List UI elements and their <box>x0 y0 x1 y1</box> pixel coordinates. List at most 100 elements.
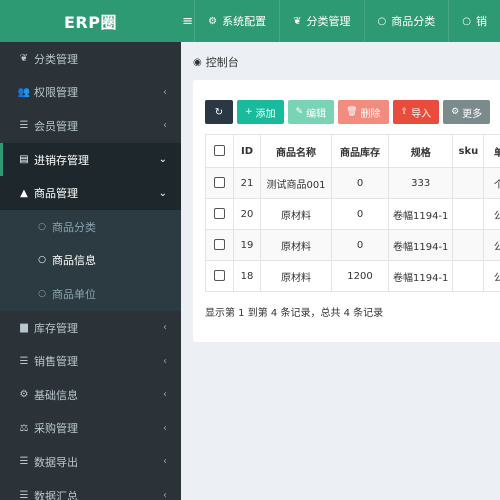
list-icon: ☰ <box>19 490 29 500</box>
column-header[interactable]: ID <box>233 134 261 168</box>
more-button[interactable]: ⚙ 更多 <box>443 100 491 124</box>
cell-sku <box>452 198 485 230</box>
chevron-left-icon: ‹ <box>163 456 167 468</box>
product-list-panel: ↻ + 添加 ✎ 编辑 🗑 删除 ⇪ 导入 ⚙ 更多 ID 商品名称 商品库存 … <box>193 80 500 342</box>
column-header[interactable]: 规格 <box>387 134 454 168</box>
sidebar-item-product-info[interactable]: ○ 商品信息 <box>0 243 181 278</box>
edit-button-label: 编辑 <box>306 108 327 120</box>
sidebar-item-sales[interactable]: ☰ 销售管理 ‹ <box>0 344 181 378</box>
sidebar-item-label: 商品单位 <box>52 287 96 301</box>
cell-unit: 公 <box>483 229 500 261</box>
list-icon: ☰ <box>19 456 29 468</box>
sidebar-item-products[interactable]: ▲ 商品管理 ⌄ <box>0 176 181 210</box>
scale-icon: ⚖ <box>19 422 29 434</box>
box-icon: ▲ <box>20 187 28 199</box>
chevron-left-icon: ‹ <box>163 422 167 434</box>
sidebar-item-label: 分类管理 <box>34 52 78 66</box>
cell-unit: 公 <box>483 198 500 230</box>
column-header[interactable]: 单 <box>483 134 500 168</box>
import-button[interactable]: ⇪ 导入 <box>392 100 440 124</box>
table-row[interactable]: 19 原材料 0 卷幅1194-1 公 <box>205 229 500 261</box>
sidebar-item-label: 会员管理 <box>34 119 78 133</box>
row-checkbox[interactable] <box>214 270 225 282</box>
sidebar-item-data-summary[interactable]: ☰ 数据汇总 ‹ <box>0 479 181 500</box>
edit-button[interactable]: ✎ 编辑 <box>287 100 335 124</box>
plus-icon: + <box>245 107 253 117</box>
chevron-left-icon: ‹ <box>163 389 167 401</box>
table-row[interactable]: 20 原材料 0 卷幅1194-1 公 <box>205 198 500 230</box>
row-select-cell <box>205 229 234 261</box>
gear-icon: ⚙ <box>208 15 218 27</box>
tab-system-config[interactable]: ⚙ 系统配置 <box>194 0 279 42</box>
sidebar-item-label: 进销存管理 <box>34 153 89 167</box>
cell-id: 19 <box>233 229 261 261</box>
breadcrumb-label: 控制台 <box>205 56 239 69</box>
app-logo[interactable]: ERP圈 <box>0 0 181 42</box>
cell-stock: 0 <box>331 198 389 230</box>
cogs-icon: ⚙ <box>19 389 29 401</box>
sidebar-item-inventory-sales[interactable]: ▤ 进销存管理 ⌄ <box>0 142 181 177</box>
sidebar-item-permissions[interactable]: 👥 权限管理 ‹ <box>0 76 181 110</box>
sidebar-item-members[interactable]: ☰ 会员管理 ‹ <box>0 109 181 143</box>
row-checkbox[interactable] <box>214 208 225 220</box>
cell-spec: 卷幅1194-1 <box>387 198 454 230</box>
leaf-icon: ❦ <box>19 53 29 65</box>
import-button-label: 导入 <box>411 108 432 120</box>
cell-stock: 1200 <box>331 260 389 292</box>
sidebar-item-purchasing[interactable]: ⚖ 采购管理 ‹ <box>0 412 181 446</box>
pagination-summary: 显示第 1 到第 4 条记录，总共 4 条记录 <box>205 308 384 319</box>
tab-label: 销 <box>476 15 487 28</box>
column-header[interactable]: 商品库存 <box>331 134 389 168</box>
cell-sku <box>452 260 485 292</box>
circle-icon: ○ <box>377 15 387 27</box>
cell-id: 20 <box>233 198 261 230</box>
row-checkbox[interactable] <box>214 177 225 189</box>
column-header[interactable]: 商品名称 <box>260 134 332 168</box>
sidebar-item-label: 商品管理 <box>34 187 78 201</box>
chevron-left-icon: ‹ <box>163 490 167 500</box>
tab-category-management[interactable]: ❦ 分类管理 <box>279 0 363 42</box>
row-checkbox[interactable] <box>214 239 225 251</box>
sidebar-item-stock[interactable]: ▆ 库存管理 ‹ <box>0 311 181 345</box>
table-row[interactable]: 21 测试商品001 0 333 个 <box>205 167 500 199</box>
sidebar-item-product-unit[interactable]: ○ 商品单位 <box>0 277 181 311</box>
list-icon: ☰ <box>19 355 29 367</box>
sidebar-menu: ❦ 分类管理 👥 权限管理 ‹ ☰ 会员管理 ‹ ▤ 进销存管理 ⌄ ▲ 商品管… <box>0 42 181 500</box>
chevron-left-icon: ‹ <box>163 355 167 367</box>
more-button-label: 更多 <box>462 108 483 120</box>
upload-icon: ⇪ <box>400 107 409 117</box>
cell-sku <box>452 167 485 199</box>
sidebar-item-label: 基础信息 <box>34 388 78 402</box>
select-all-checkbox[interactable] <box>214 145 225 157</box>
cell-name: 原材料 <box>260 229 332 261</box>
hamburger-menu-icon[interactable]: ≡ <box>181 14 194 29</box>
tab-label: 分类管理 <box>306 15 351 28</box>
circle-icon: ○ <box>38 221 46 232</box>
sidebar-item-product-category[interactable]: ○ 商品分类 <box>0 209 181 244</box>
chevron-down-icon: ⌄ <box>158 187 167 199</box>
cell-stock: 0 <box>331 167 389 199</box>
table-row[interactable]: 18 原材料 1200 卷幅1194-1 公 <box>205 260 500 292</box>
row-select-cell <box>205 167 234 199</box>
toolbar: ↻ + 添加 ✎ 编辑 🗑 删除 ⇪ 导入 ⚙ 更多 <box>205 100 491 124</box>
leaf-icon: ❦ <box>293 15 302 27</box>
circle-icon: ○ <box>38 255 46 266</box>
chevron-left-icon: ‹ <box>163 86 167 98</box>
dashboard-icon: ◉ <box>193 56 202 68</box>
tab-product-category[interactable]: ○ 商品分类 <box>363 0 449 42</box>
chevron-left-icon: ‹ <box>163 322 167 334</box>
sidebar-item-category[interactable]: ❦ 分类管理 <box>0 42 181 76</box>
tab-sales[interactable]: ○ 销 <box>448 0 500 42</box>
sidebar-item-basic-info[interactable]: ⚙ 基础信息 ‹ <box>0 378 181 412</box>
sidebar: ERP圈 ❦ 分类管理 👥 权限管理 ‹ ☰ 会员管理 ‹ ▤ 进销存管理 ⌄ … <box>0 0 181 500</box>
breadcrumb[interactable]: ◉ 控制台 <box>193 54 239 70</box>
top-navbar: ≡ ⚙ 系统配置 ❦ 分类管理 ○ 商品分类 ○ 销 <box>181 0 500 42</box>
cell-id: 18 <box>233 260 261 292</box>
delete-button[interactable]: 🗑 删除 <box>338 100 389 124</box>
column-header[interactable]: sku <box>452 134 485 168</box>
sidebar-item-label: 权限管理 <box>34 86 78 100</box>
sidebar-item-data-export[interactable]: ☰ 数据导出 ‹ <box>0 445 181 479</box>
main-content: ◉ 控制台 ↻ + 添加 ✎ 编辑 🗑 删除 ⇪ 导入 ⚙ 更多 ID 商品名称… <box>181 42 500 500</box>
refresh-button[interactable]: ↻ <box>205 100 233 124</box>
add-button[interactable]: + 添加 <box>237 100 284 124</box>
